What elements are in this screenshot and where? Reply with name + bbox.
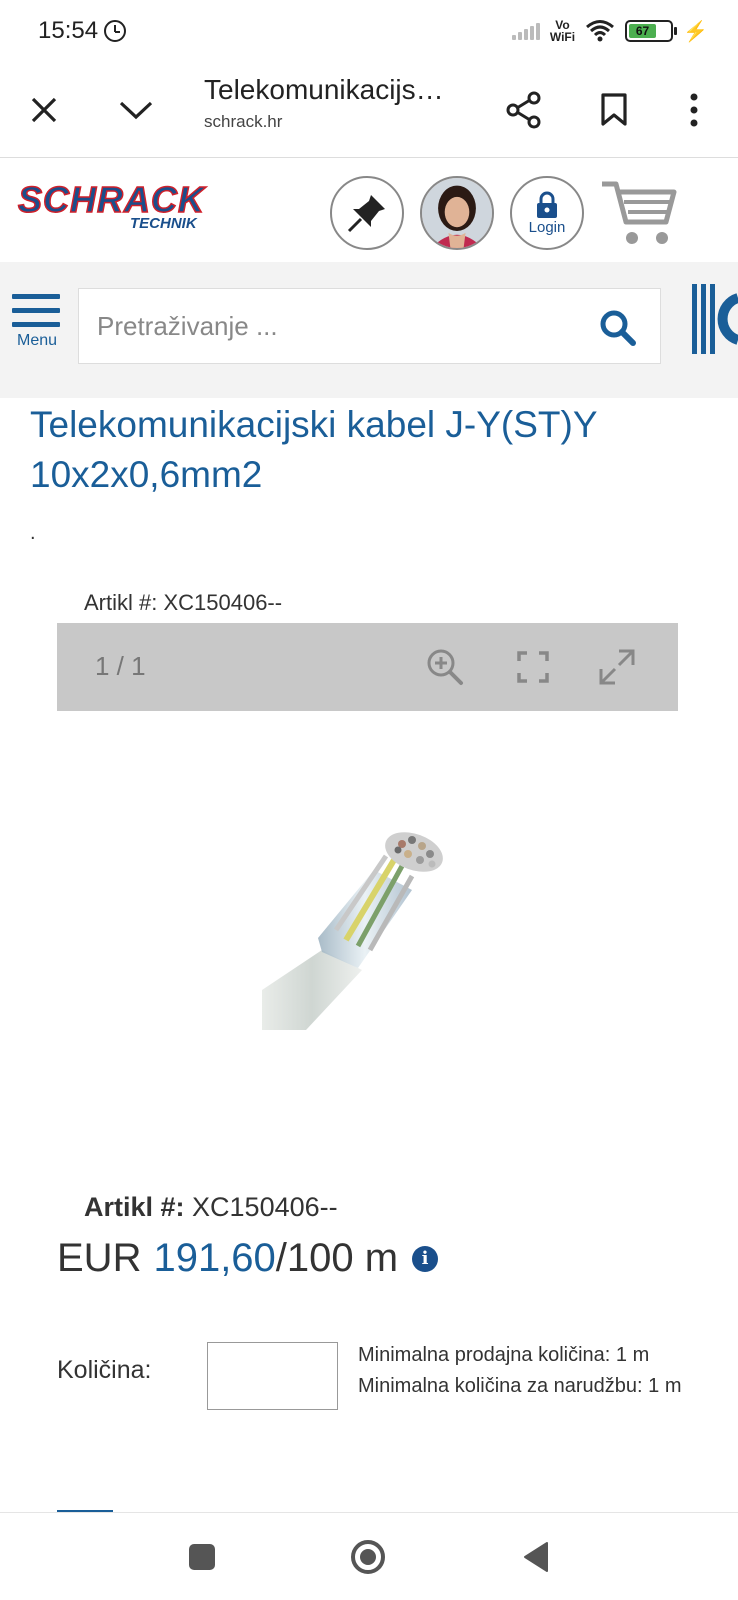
logo-sub: TECHNIK — [130, 215, 198, 232]
bookmark-icon — [601, 93, 627, 126]
login-label: Login — [528, 218, 566, 236]
fullscreen-button[interactable] — [513, 647, 553, 687]
zoom-in-icon — [427, 649, 463, 685]
battery-level: 67 — [629, 24, 656, 38]
signal-icon — [511, 22, 540, 40]
circle-icon — [351, 1540, 385, 1574]
page-info-button[interactable] — [110, 84, 162, 136]
price-unit: /100 m — [275, 1236, 399, 1280]
avatar[interactable] — [420, 176, 494, 250]
home-button[interactable] — [350, 1539, 386, 1575]
menu-button[interactable]: Menu — [12, 294, 62, 350]
article-value: XC150406-- — [184, 1192, 338, 1222]
product-image[interactable] — [262, 820, 462, 1050]
product-subtitle: . — [30, 522, 36, 544]
charging-icon: ⚡ — [683, 20, 708, 43]
vowifi-bottom-label: WiFi — [549, 30, 576, 44]
recents-button[interactable] — [184, 1539, 220, 1575]
quantity-label: Količina: — [57, 1356, 152, 1384]
cart-button[interactable] — [600, 178, 680, 248]
status-time-group: 15:54 — [38, 17, 127, 45]
back-button[interactable] — [518, 1539, 554, 1575]
avatar-image — [422, 178, 492, 248]
vowifi-icon: Vo WiFi — [550, 19, 575, 43]
lock-icon — [537, 191, 557, 218]
cart-icon — [602, 181, 677, 244]
alarm-icon — [104, 20, 127, 42]
menu-label: Menu — [16, 332, 58, 349]
gallery-toolbar: 1 / 1 — [57, 623, 678, 711]
search-box — [78, 288, 661, 364]
product-title: Telekomunikacijski kabel J-Y(ST)Y 10x2x0… — [30, 404, 597, 495]
status-bar: 15:54 Vo WiFi 67 ⚡ — [0, 0, 738, 62]
more-options-button[interactable] — [668, 84, 720, 136]
logo-main: SCHRACK — [18, 179, 207, 220]
bookmark-button[interactable] — [588, 84, 640, 136]
price-currency: EUR — [57, 1236, 142, 1280]
search-band: Menu — [0, 262, 738, 398]
system-navigation-bar — [0, 1512, 738, 1600]
site-header: SCHRACK TECHNIK Login — [0, 158, 738, 262]
schrack-logo[interactable]: SCHRACK TECHNIK — [12, 176, 232, 232]
close-tab-button[interactable] — [18, 84, 70, 136]
expand-button[interactable] — [597, 647, 637, 687]
browser-toolbar: Telekomunikacijs… schrack.hr — [0, 62, 738, 158]
share-icon — [506, 91, 541, 129]
page-host: schrack.hr — [204, 112, 283, 131]
article-label: Artikl #: — [84, 1192, 185, 1222]
battery-icon: 67 — [625, 20, 678, 42]
expand-icon — [599, 649, 635, 685]
pin-icon — [347, 195, 385, 233]
zoom-button[interactable] — [425, 647, 465, 687]
min-order-quantity: Minimalna količina za narudžbu: 1 m — [358, 1375, 682, 1397]
close-icon — [31, 97, 57, 123]
search-button[interactable] — [598, 308, 638, 348]
back-triangle-icon — [524, 1542, 548, 1572]
price-value: 191,60 — [153, 1236, 276, 1280]
search-input[interactable] — [97, 289, 577, 363]
min-sale-quantity: Minimalna prodajna količina: 1 m — [358, 1344, 650, 1366]
chevron-down-icon — [119, 101, 153, 120]
pin-button[interactable] — [330, 176, 404, 250]
menu-icon — [12, 294, 62, 327]
side-logo-icon[interactable] — [692, 284, 738, 354]
url-block[interactable]: Telekomunikacijs… schrack.hr — [204, 74, 444, 132]
article-number: Artikl #: XC150406-- — [84, 1192, 338, 1223]
status-time: 15:54 — [38, 17, 99, 44]
fullscreen-icon — [517, 651, 549, 683]
info-icon[interactable]: i — [412, 1245, 439, 1272]
search-icon — [600, 310, 636, 346]
price-row: EUR 191,60 /100 m i — [57, 1236, 439, 1281]
quantity-input[interactable] — [207, 1342, 338, 1410]
share-button[interactable] — [498, 84, 550, 136]
more-vert-icon — [690, 93, 698, 127]
page-title: Telekomunikacijs… — [204, 74, 444, 105]
wifi-icon — [586, 20, 615, 42]
gallery-counter: 1 / 1 — [95, 651, 146, 681]
article-number-top: Artikl #: XC150406-- — [84, 590, 283, 615]
status-indicators: Vo WiFi 67 ⚡ — [511, 19, 708, 44]
login-button[interactable]: Login — [510, 176, 584, 250]
minimum-quantity-info: Minimalna prodajna količina: 1 m Minimal… — [358, 1340, 718, 1402]
square-icon — [189, 1544, 215, 1570]
